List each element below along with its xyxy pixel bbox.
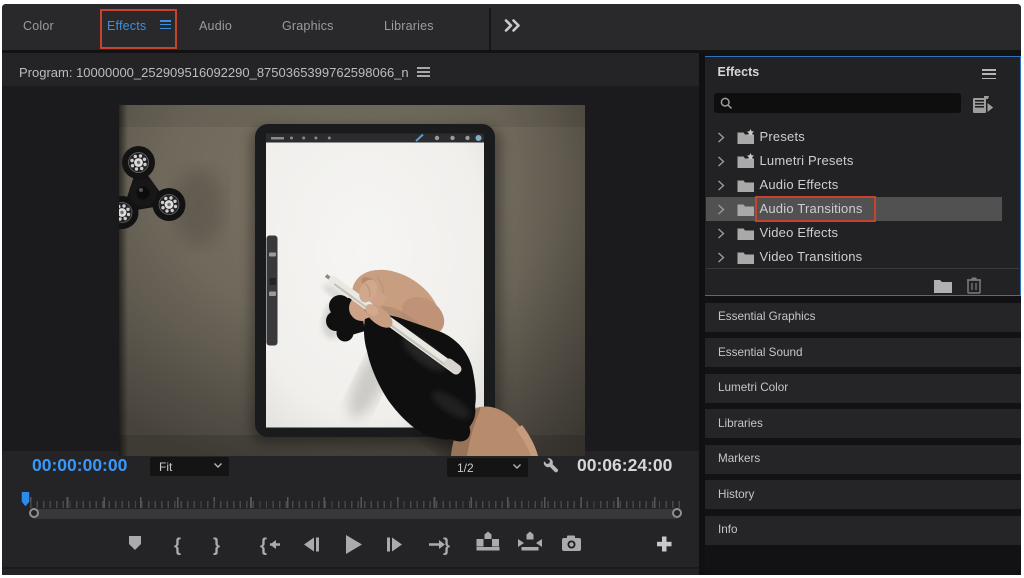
svg-text:{: { [260,535,267,555]
svg-text:}: } [443,535,450,555]
svg-text:{: { [174,535,181,555]
svg-text:}: } [213,535,220,555]
